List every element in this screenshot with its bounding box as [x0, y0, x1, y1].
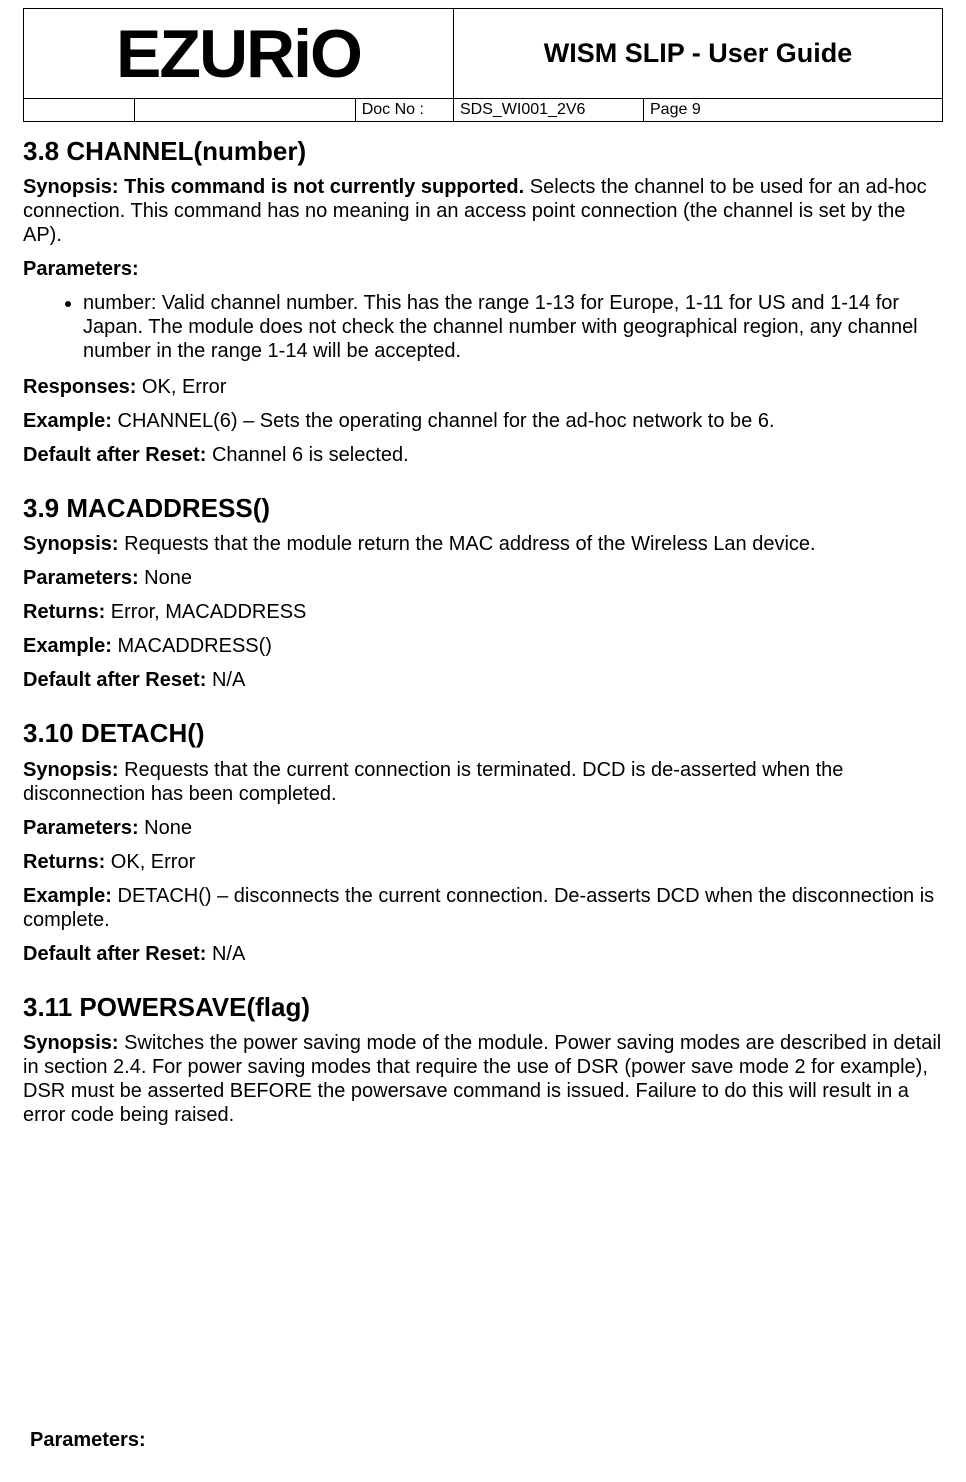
- returns-value: Error, MACADDRESS: [105, 601, 306, 623]
- example-3-9: Example: MACADDRESS(): [23, 634, 943, 658]
- synopsis-label: Synopsis:: [23, 1032, 119, 1054]
- example-label: Example:: [23, 635, 112, 657]
- reset-3-8: Default after Reset: Channel 6 is select…: [23, 443, 943, 467]
- reset-label: Default after Reset:: [23, 669, 206, 691]
- returns-value: OK, Error: [105, 851, 195, 873]
- parameters-3-10: Parameters: None: [23, 816, 943, 840]
- synopsis-label: Synopsis: This command is not currently …: [23, 176, 524, 198]
- example-value: DETACH() – disconnects the current conne…: [23, 885, 934, 931]
- reset-label: Default after Reset:: [23, 444, 206, 466]
- responses-value: OK, Error: [136, 376, 226, 398]
- parameters-label-3-8: Parameters:: [23, 257, 943, 281]
- synopsis-3-9: Synopsis: Requests that the module retur…: [23, 532, 943, 556]
- reset-3-10: Default after Reset: N/A: [23, 942, 943, 966]
- parameters-label: Parameters:: [23, 567, 139, 589]
- docno-label: Doc No :: [355, 99, 453, 122]
- section-heading-3-8: 3.8 CHANNEL(number): [23, 136, 943, 167]
- example-3-8: Example: CHANNEL(6) – Sets the operating…: [23, 409, 943, 433]
- reset-3-9: Default after Reset: N/A: [23, 668, 943, 692]
- responses-3-8: Responses: OK, Error: [23, 375, 943, 399]
- synopsis-label: Synopsis:: [23, 533, 119, 555]
- list-item: number: Valid channel number. This has t…: [83, 291, 943, 363]
- reset-value: N/A: [206, 669, 245, 691]
- parameters-value: None: [139, 567, 192, 589]
- returns-label: Returns:: [23, 851, 105, 873]
- meta-empty: [24, 99, 135, 122]
- synopsis-text: Requests that the current connection is …: [23, 759, 843, 805]
- parameters-value: None: [139, 817, 192, 839]
- doc-title: WISM SLIP - User Guide: [454, 9, 943, 99]
- synopsis-text: Requests that the module return the MAC …: [119, 533, 816, 555]
- reset-value: N/A: [206, 943, 245, 965]
- section-heading-3-9: 3.9 MACADDRESS(): [23, 493, 943, 524]
- reset-label: Default after Reset:: [23, 943, 206, 965]
- example-value: MACADDRESS(): [112, 635, 272, 657]
- responses-label: Responses:: [23, 376, 136, 398]
- docno-value: SDS_WI001_2V6: [454, 99, 644, 122]
- logo-cell: EZURiO: [24, 9, 454, 99]
- returns-3-9: Returns: Error, MACADDRESS: [23, 600, 943, 624]
- logo-text: EZURiO: [116, 20, 361, 88]
- synopsis-3-11: Synopsis: Switches the power saving mode…: [23, 1031, 943, 1127]
- reset-value: Channel 6 is selected.: [206, 444, 408, 466]
- synopsis-3-8: Synopsis: This command is not currently …: [23, 175, 943, 247]
- example-label: Example:: [23, 885, 112, 907]
- synopsis-3-10: Synopsis: Requests that the current conn…: [23, 758, 943, 806]
- returns-3-10: Returns: OK, Error: [23, 850, 943, 874]
- synopsis-text: Switches the power saving mode of the mo…: [23, 1032, 941, 1126]
- example-3-10: Example: DETACH() – disconnects the curr…: [23, 884, 943, 932]
- section-heading-3-11: 3.11 POWERSAVE(flag): [23, 992, 943, 1023]
- section-heading-3-10: 3.10 DETACH(): [23, 718, 943, 749]
- example-value: CHANNEL(6) – Sets the operating channel …: [112, 410, 775, 432]
- page-content: 3.8 CHANNEL(number) Synopsis: This comma…: [23, 136, 943, 1127]
- header-table: EZURiO WISM SLIP - User Guide Doc No : S…: [23, 8, 943, 122]
- synopsis-label: Synopsis:: [23, 759, 119, 781]
- parameters-label: Parameters:: [23, 817, 139, 839]
- meta-empty: [134, 99, 355, 122]
- page-label: Page 9: [644, 99, 943, 122]
- example-label: Example:: [23, 410, 112, 432]
- parameters-label-bottom: Parameters:: [30, 1429, 146, 1452]
- returns-label: Returns:: [23, 601, 105, 623]
- parameters-3-9: Parameters: None: [23, 566, 943, 590]
- parameters-list-3-8: number: Valid channel number. This has t…: [23, 291, 943, 363]
